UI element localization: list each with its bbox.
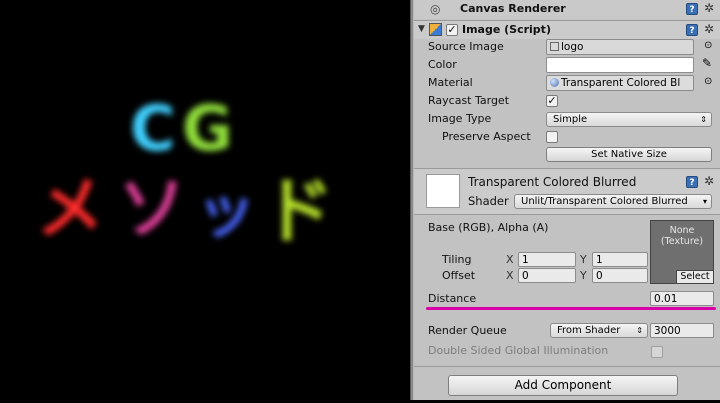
color-swatch[interactable]	[546, 57, 694, 73]
render-queue-mode-dropdown[interactable]: From Shader ⇕	[550, 323, 648, 338]
shader-label: Shader	[468, 194, 509, 208]
offset-y-field[interactable]: 0	[592, 268, 648, 283]
shader-dropdown[interactable]: Unlit/Transparent Colored Blurred ▾	[514, 194, 712, 209]
render-queue-mode-value: From Shader	[557, 325, 621, 336]
help-icon[interactable]: ?	[686, 24, 698, 36]
logo-letter-g: G	[182, 92, 233, 165]
source-image-field[interactable]: logo	[546, 39, 694, 55]
sprite-icon	[550, 42, 559, 51]
gear-icon[interactable]: ✲	[704, 22, 714, 36]
material-header: Transparent Colored Blurred ? ✲ Shader U…	[414, 169, 720, 214]
material-name: Transparent Colored Blurred	[468, 175, 637, 189]
tiling-x-field[interactable]: 1	[518, 252, 576, 267]
material-value: Transparent Colored Bl	[561, 77, 681, 89]
image-type-value: Simple	[553, 114, 588, 125]
divider	[414, 214, 720, 215]
texture-none-text: None	[669, 225, 695, 236]
texture-slot[interactable]: None (Texture) Select	[650, 220, 714, 284]
object-picker-icon[interactable]: ⊙	[704, 40, 712, 51]
object-picker-icon[interactable]: ⊙	[704, 76, 712, 87]
render-queue-field[interactable]: 3000	[650, 323, 714, 338]
color-label: Color	[428, 58, 457, 71]
help-icon[interactable]: ?	[686, 176, 698, 188]
image-type-row: Image Type Simple ⇕	[414, 110, 720, 128]
distance-highlight-underline	[426, 307, 716, 310]
raycast-label: Raycast Target	[428, 94, 510, 107]
dropdown-arrows-icon: ⇕	[700, 115, 707, 124]
add-component-button[interactable]: Add Component	[448, 375, 678, 396]
image-type-label: Image Type	[428, 112, 492, 125]
foldout-arrow-icon[interactable]: ▼	[418, 24, 425, 34]
base-texture-label: Base (RGB), Alpha (A)	[428, 221, 549, 234]
material-row: Material Transparent Colored Bl ⊙	[414, 74, 720, 92]
inspector-panel: ◎ Canvas Renderer ? ✲ ▼ ✓ Image (Script)…	[414, 0, 720, 400]
source-image-value: logo	[561, 41, 584, 53]
logo-letter-c: C	[130, 92, 176, 165]
source-image-row: Source Image logo ⊙	[414, 38, 720, 56]
distance-field[interactable]: 0.01	[650, 291, 714, 306]
double-sided-gi-checkbox[interactable]	[651, 346, 663, 358]
image-script-enabled-checkbox[interactable]: ✓	[446, 24, 458, 36]
image-script-title: Image (Script)	[462, 23, 551, 36]
canvas-renderer-title: Canvas Renderer	[460, 2, 566, 15]
offset-label: Offset	[442, 269, 476, 282]
gear-icon[interactable]: ✲	[704, 174, 714, 188]
preserve-aspect-checkbox[interactable]	[546, 131, 558, 143]
preserve-aspect-row: Preserve Aspect	[414, 128, 720, 146]
double-sided-gi-label: Double Sided Global Illumination	[428, 344, 609, 357]
divider	[414, 366, 720, 367]
texture-select-button[interactable]: Select	[676, 270, 713, 283]
scene-view: C G メ ソ ッ ド	[0, 0, 410, 400]
image-type-dropdown[interactable]: Simple ⇕	[546, 112, 712, 127]
tiling-y-field[interactable]: 1	[592, 252, 648, 267]
material-field[interactable]: Transparent Colored Bl	[546, 75, 694, 91]
color-row: Color ✎	[414, 56, 720, 74]
tiling-y-label: Y	[580, 253, 587, 266]
canvas-renderer-header[interactable]: ◎ Canvas Renderer ? ✲	[414, 0, 720, 19]
logo-char-so: ソ	[118, 170, 186, 249]
texture-slot-label: None (Texture)	[651, 225, 713, 247]
blurred-logo: C G メ ソ ッ ド	[36, 92, 334, 253]
offset-y-label: Y	[580, 269, 587, 282]
logo-char-tsu: ッ	[196, 177, 256, 247]
source-image-label: Source Image	[428, 40, 504, 53]
render-queue-label: Render Queue	[428, 324, 507, 337]
preserve-aspect-label: Preserve Aspect	[442, 130, 531, 143]
material-sphere-icon	[550, 78, 559, 87]
logo-char-me: メ	[36, 170, 104, 249]
canvas-renderer-icon: ◎	[430, 2, 441, 16]
dropdown-arrow-icon: ▾	[702, 197, 707, 206]
eyedropper-icon[interactable]: ✎	[702, 56, 712, 70]
offset-x-label: X	[506, 269, 514, 282]
dropdown-arrows-icon: ⇕	[636, 326, 643, 335]
image-component-icon	[429, 23, 442, 36]
shader-value: Unlit/Transparent Colored Blurred	[521, 196, 688, 207]
gear-icon[interactable]: ✲	[704, 1, 714, 15]
raycast-row: Raycast Target ✓	[414, 92, 720, 110]
help-icon[interactable]: ?	[686, 3, 698, 15]
image-script-header[interactable]: ▼ ✓ Image (Script) ? ✲	[414, 20, 720, 39]
material-preview-thumbnail	[426, 174, 460, 208]
material-label: Material	[428, 76, 473, 89]
tiling-label: Tiling	[442, 253, 472, 266]
distance-label: Distance	[428, 292, 477, 305]
offset-x-field[interactable]: 0	[518, 268, 576, 283]
set-native-size-button[interactable]: Set Native Size	[546, 147, 712, 162]
tiling-x-label: X	[506, 253, 514, 266]
logo-char-do: ド	[262, 169, 334, 253]
texture-type-text: (Texture)	[660, 236, 704, 247]
raycast-checkbox[interactable]: ✓	[546, 95, 558, 107]
